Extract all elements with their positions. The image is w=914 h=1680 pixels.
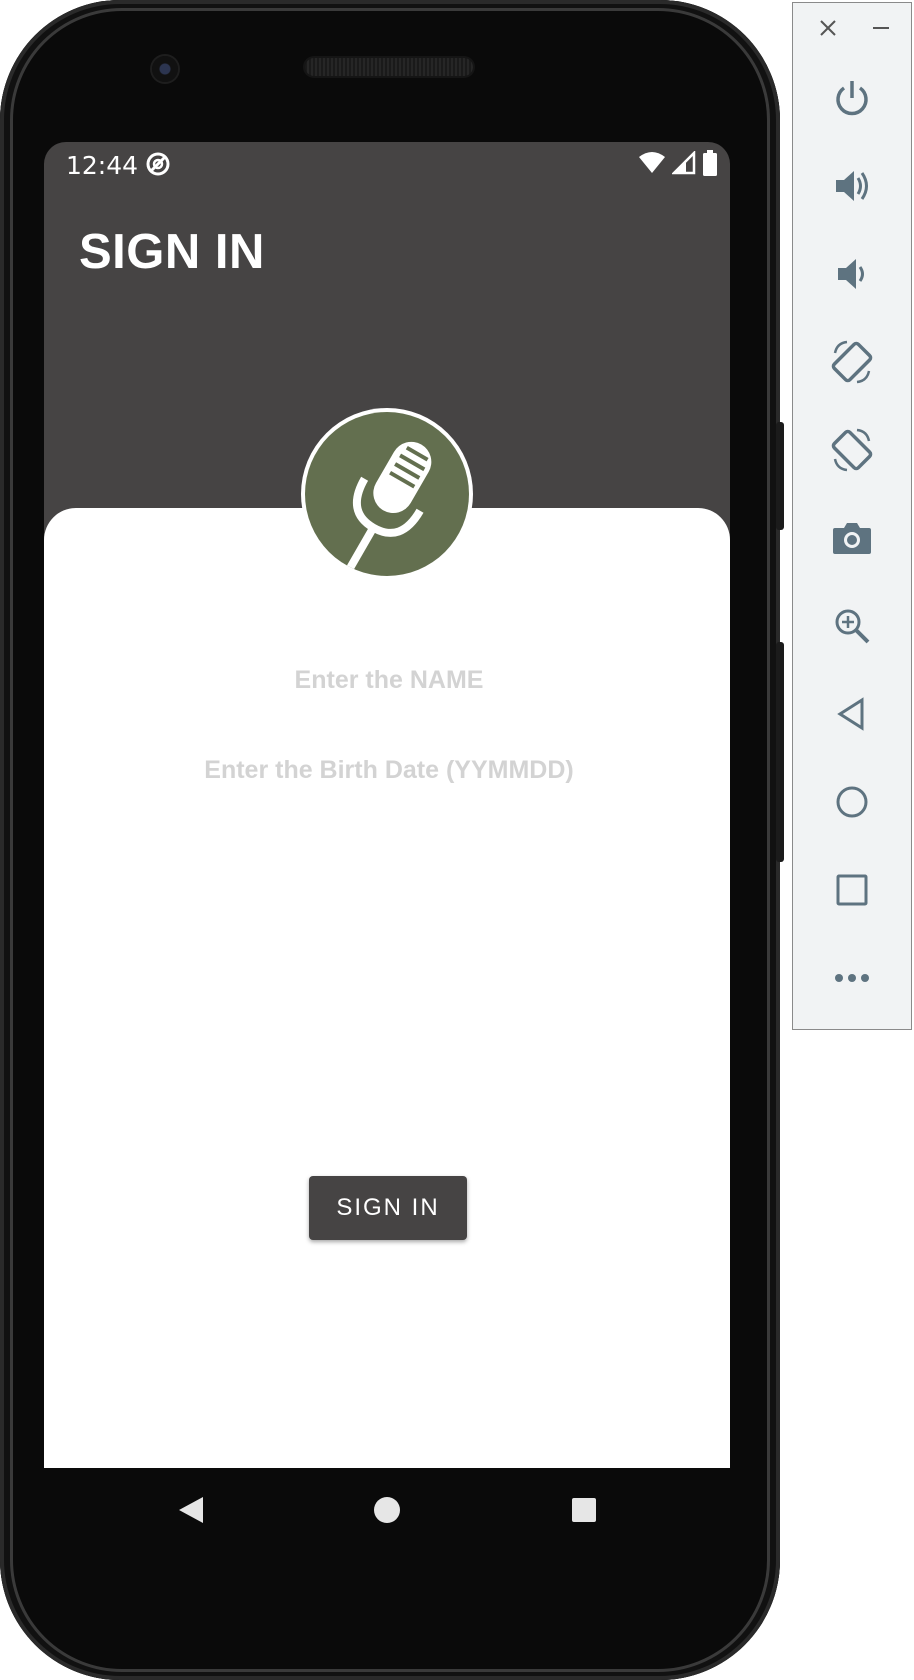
volume-down-icon (838, 259, 864, 289)
sign-in-card: SIGN IN (44, 508, 730, 1468)
power-button[interactable] (823, 69, 881, 127)
front-camera (152, 56, 178, 82)
screenshot-button[interactable] (823, 509, 881, 567)
home-circle-icon (374, 1497, 400, 1523)
side-button-power[interactable] (776, 422, 784, 530)
overview-icon (836, 874, 868, 906)
power-icon (836, 81, 868, 116)
battery-icon (703, 150, 717, 176)
name-input[interactable] (144, 654, 634, 706)
rotate-left-button[interactable] (823, 333, 881, 391)
app-logo (305, 412, 469, 576)
nav-home-button[interactable] (367, 1490, 407, 1530)
back-icon (837, 697, 864, 731)
status-icons (638, 150, 718, 176)
zoom-icon (835, 609, 870, 644)
volume-down-button[interactable] (823, 245, 881, 303)
nav-overview-button[interactable] (564, 1490, 604, 1530)
status-bar: 12:44 (44, 142, 730, 186)
home-icon (836, 786, 868, 818)
sign-in-button[interactable]: SIGN IN (309, 1176, 467, 1240)
side-button-volume[interactable] (776, 642, 784, 862)
status-time: 12:44 (66, 151, 139, 180)
overview-button[interactable] (823, 861, 881, 919)
volume-up-button[interactable] (823, 157, 881, 215)
volume-up-icon (836, 171, 868, 201)
close-icon[interactable] (817, 17, 839, 39)
emulator-toolbar (792, 2, 912, 1030)
page-title: SIGN IN (79, 225, 265, 279)
camera-icon (833, 523, 871, 554)
microphone-icon (343, 441, 432, 575)
back-button[interactable] (823, 685, 881, 743)
rotate-left-icon (831, 340, 873, 384)
minimize-icon[interactable] (873, 27, 889, 29)
wifi-icon (639, 152, 665, 173)
phone-frame: 12:44 SIGN IN Enter the NAME Enter the B… (0, 0, 784, 1680)
navigation-bar (44, 1468, 730, 1552)
more-button[interactable] (823, 949, 881, 1007)
overview-square-icon (572, 1498, 596, 1522)
back-triangle-icon (179, 1497, 203, 1523)
rotate-right-icon (831, 428, 873, 472)
emulator-toolbar-header (793, 13, 913, 53)
nav-back-button[interactable] (172, 1490, 212, 1530)
home-button[interactable] (823, 773, 881, 831)
rotate-right-button[interactable] (823, 421, 881, 479)
device-screen: 12:44 SIGN IN Enter the NAME Enter the B… (44, 142, 730, 1468)
birth-date-input[interactable] (144, 744, 634, 796)
zoom-button[interactable] (823, 597, 881, 655)
earpiece-speaker (305, 58, 473, 76)
signal-icon (672, 151, 696, 175)
data-saver-icon (146, 152, 170, 176)
more-icon (835, 974, 869, 982)
